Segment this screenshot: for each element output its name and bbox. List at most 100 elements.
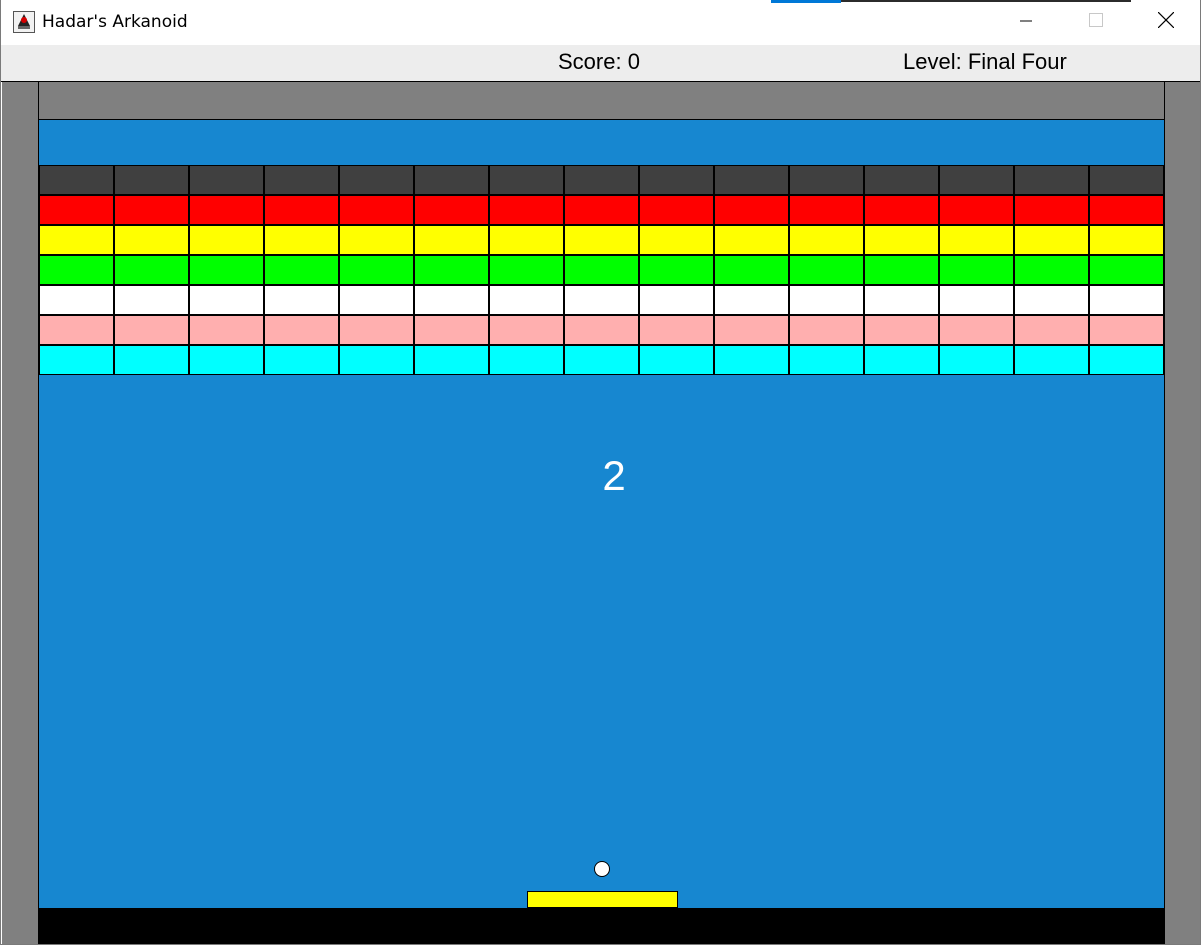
brick: [864, 225, 939, 255]
close-icon: [1157, 11, 1175, 33]
countdown-number: 2: [602, 452, 626, 499]
brick: [789, 345, 864, 375]
brick: [114, 345, 189, 375]
brick: [1014, 345, 1089, 375]
brick: [864, 315, 939, 345]
brick: [114, 165, 189, 195]
brick: [639, 345, 714, 375]
brick: [489, 255, 564, 285]
brick: [1089, 225, 1164, 255]
brick: [264, 195, 339, 225]
brick: [714, 255, 789, 285]
brick: [339, 315, 414, 345]
brick: [864, 165, 939, 195]
brick: [1014, 255, 1089, 285]
brick: [1089, 315, 1164, 345]
title-bar[interactable]: Hadar's Arkanoid: [1, 0, 1200, 45]
brick: [564, 225, 639, 255]
brick: [639, 285, 714, 315]
brick: [939, 195, 1014, 225]
brick: [339, 165, 414, 195]
game-window: Hadar's Arkanoid Score: 0 Level: Final F…: [0, 0, 1201, 945]
brick: [39, 285, 114, 315]
brick: [489, 225, 564, 255]
close-button[interactable]: [1131, 0, 1200, 45]
brick: [714, 225, 789, 255]
brick: [339, 345, 414, 375]
brick: [264, 345, 339, 375]
brick-grid: [39, 165, 1164, 375]
brick: [1014, 165, 1089, 195]
brick: [414, 165, 489, 195]
brick: [1014, 225, 1089, 255]
brick: [639, 315, 714, 345]
window-title: Hadar's Arkanoid: [42, 12, 188, 32]
brick: [789, 255, 864, 285]
java-duke-icon: [13, 11, 35, 33]
brick: [114, 315, 189, 345]
brick: [1014, 195, 1089, 225]
taskbar-accent: [771, 0, 841, 3]
brick: [264, 225, 339, 255]
brick: [564, 315, 639, 345]
brick: [339, 255, 414, 285]
brick: [639, 195, 714, 225]
brick: [39, 195, 114, 225]
brick: [564, 165, 639, 195]
brick: [414, 285, 489, 315]
brick: [939, 285, 1014, 315]
brick: [414, 225, 489, 255]
brick: [189, 195, 264, 225]
brick: [189, 255, 264, 285]
brick: [939, 255, 1014, 285]
brick: [564, 345, 639, 375]
brick: [189, 165, 264, 195]
brick: [564, 285, 639, 315]
brick: [714, 345, 789, 375]
brick: [264, 285, 339, 315]
ball: [594, 861, 610, 877]
brick: [714, 315, 789, 345]
brick: [414, 255, 489, 285]
brick: [864, 345, 939, 375]
death-zone: [39, 908, 1164, 944]
brick: [1014, 285, 1089, 315]
brick: [639, 165, 714, 195]
brick: [189, 345, 264, 375]
brick: [714, 285, 789, 315]
brick: [114, 195, 189, 225]
brick: [189, 315, 264, 345]
brick: [864, 255, 939, 285]
brick: [39, 225, 114, 255]
brick: [789, 285, 864, 315]
brick: [714, 165, 789, 195]
score-label: Score: 0: [558, 49, 640, 74]
level-label: Level: Final Four: [903, 49, 1067, 74]
brick: [1014, 315, 1089, 345]
brick: [1089, 195, 1164, 225]
brick: [564, 195, 639, 225]
brick: [414, 315, 489, 345]
brick: [339, 195, 414, 225]
game-canvas[interactable]: 2: [2, 82, 1200, 944]
minimize-button[interactable]: [991, 0, 1061, 45]
brick: [264, 315, 339, 345]
brick: [789, 315, 864, 345]
brick: [39, 345, 114, 375]
brick: [39, 255, 114, 285]
brick: [714, 195, 789, 225]
brick: [639, 225, 714, 255]
brick: [639, 255, 714, 285]
score-bar: Score: 0 Level: Final Four: [1, 45, 1200, 82]
paddle[interactable]: [527, 891, 678, 908]
brick: [789, 195, 864, 225]
maximize-button[interactable]: [1061, 0, 1131, 45]
brick: [939, 225, 1014, 255]
brick: [114, 255, 189, 285]
brick: [39, 165, 114, 195]
brick: [339, 285, 414, 315]
brick: [489, 345, 564, 375]
brick: [39, 315, 114, 345]
brick: [264, 255, 339, 285]
brick: [189, 225, 264, 255]
